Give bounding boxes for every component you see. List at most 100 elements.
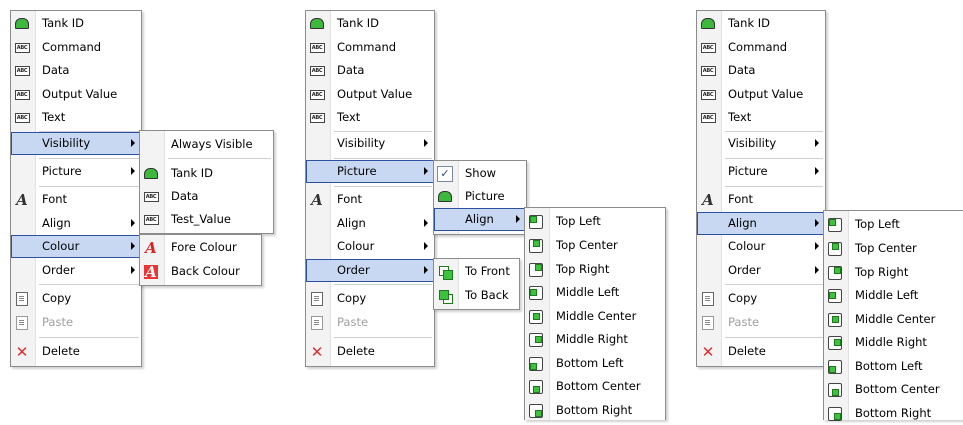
- menu-item-picture[interactable]: Picture: [306, 160, 434, 183]
- abc-icon: ABC: [699, 109, 717, 126]
- menu-item-tank-id[interactable]: Tank ID: [140, 162, 273, 185]
- menu-item-top-center[interactable]: Top Center: [824, 237, 963, 260]
- menu-item-top-right[interactable]: Top Right: [824, 261, 963, 284]
- menu-item-top-center[interactable]: Top Center: [525, 234, 665, 257]
- separator: [39, 186, 139, 187]
- font-icon: A: [702, 190, 714, 209]
- tank-icon: [699, 15, 717, 32]
- menu-item-back-colour[interactable]: A Back Colour: [140, 260, 261, 283]
- separator: [725, 158, 823, 159]
- menu-item-delete[interactable]: ✕ Delete: [306, 340, 434, 363]
- order-submenu: To Front To Back: [433, 258, 520, 310]
- menu-item-align[interactable]: Align: [11, 212, 141, 235]
- abc-icon: ABC: [308, 39, 326, 56]
- separator: [334, 158, 432, 159]
- menu-item-show[interactable]: ✓ Show: [434, 162, 526, 185]
- menu-item-copy[interactable]: Copy: [697, 287, 825, 310]
- menu-item-middle-right[interactable]: Middle Right: [824, 331, 963, 354]
- menu-item-delete[interactable]: ✕ Delete: [11, 340, 141, 363]
- menu-item-bottom-left[interactable]: Bottom Left: [525, 352, 665, 375]
- menu-item-data[interactable]: ABC Data: [306, 59, 434, 82]
- align-bottom-left-icon: [527, 355, 545, 372]
- tank-icon: [13, 15, 31, 32]
- menu-item-command[interactable]: ABC Command: [697, 36, 825, 59]
- menu-item-command[interactable]: ABC Command: [11, 36, 141, 59]
- align-bottom-right-icon: [527, 402, 545, 419]
- menu-item-align[interactable]: Align: [434, 208, 526, 231]
- menu-item-always-visible[interactable]: Always Visible: [140, 133, 273, 156]
- submenu-arrow-icon: [815, 266, 819, 274]
- menu-item-copy[interactable]: Copy: [11, 287, 141, 310]
- menu-item-order[interactable]: Order: [697, 259, 825, 282]
- menu-item-data[interactable]: ABC Data: [140, 185, 273, 208]
- align-middle-left-icon: [826, 287, 844, 304]
- align-top-left-icon: [527, 213, 545, 230]
- copy-icon: [699, 290, 717, 307]
- menu-item-bottom-right[interactable]: Bottom Right: [824, 402, 963, 425]
- align-submenu: Top Left Top Center Top Right Middle Lef…: [823, 210, 963, 421]
- menu-item-paste[interactable]: Paste: [306, 311, 434, 334]
- align-middle-left-icon: [527, 284, 545, 301]
- menu-item-copy[interactable]: Copy: [306, 287, 434, 310]
- menu-item-delete[interactable]: ✕ Delete: [697, 340, 825, 363]
- menu-item-bottom-left[interactable]: Bottom Left: [824, 355, 963, 378]
- menu-item-tank-id[interactable]: Tank ID: [11, 12, 141, 35]
- menu-item-align[interactable]: Align: [306, 212, 434, 235]
- menu-item-to-back[interactable]: To Back: [434, 284, 519, 307]
- menu-item-align[interactable]: Align: [697, 212, 825, 235]
- menu-item-middle-right[interactable]: Middle Right: [525, 328, 665, 351]
- menu-item-middle-left[interactable]: Middle Left: [525, 281, 665, 304]
- menu-item-to-front[interactable]: To Front: [434, 260, 519, 283]
- align-top-right-icon: [826, 264, 844, 281]
- menu-item-picture[interactable]: Picture: [697, 160, 825, 183]
- menu-item-visibility[interactable]: Visibility: [306, 132, 434, 155]
- visibility-submenu: Always Visible Tank ID ABC Data ABC Test_V…: [139, 130, 274, 234]
- menu-item-font[interactable]: A Font: [11, 188, 141, 211]
- menu-item-command[interactable]: ABC Command: [306, 36, 434, 59]
- menu-item-order[interactable]: Order: [11, 259, 141, 282]
- align-bottom-left-icon: [826, 358, 844, 375]
- menu-item-test-value[interactable]: ABC Test_Value: [140, 208, 273, 231]
- menu-item-picture[interactable]: Picture: [11, 160, 141, 183]
- menu-item-visibility[interactable]: Visibility: [697, 132, 825, 155]
- menu-item-font[interactable]: A Font: [697, 188, 825, 211]
- menu-item-data[interactable]: ABC Data: [11, 59, 141, 82]
- delete-icon: ✕: [310, 342, 324, 361]
- menu-item-top-left[interactable]: Top Left: [525, 210, 665, 233]
- menu-item-order[interactable]: Order: [306, 259, 434, 282]
- menu-item-visibility[interactable]: Visibility: [11, 132, 141, 155]
- menu-item-bottom-center[interactable]: Bottom Center: [525, 375, 665, 398]
- menu-item-top-left[interactable]: Top Left: [824, 213, 963, 236]
- menu-item-colour[interactable]: Colour: [697, 235, 825, 258]
- menu-item-text[interactable]: ABC Text: [11, 106, 141, 129]
- abc-icon: ABC: [13, 86, 31, 103]
- menu-item-fore-colour[interactable]: A Fore Colour: [140, 236, 261, 259]
- menu-item-paste[interactable]: Paste: [11, 311, 141, 334]
- menu-item-bottom-center[interactable]: Bottom Center: [824, 378, 963, 401]
- menu-item-colour[interactable]: Colour: [306, 235, 434, 258]
- abc-icon: ABC: [13, 62, 31, 79]
- menu-item-middle-center[interactable]: Middle Center: [525, 305, 665, 328]
- menu-item-text[interactable]: ABC Text: [697, 106, 825, 129]
- menu-item-output-value[interactable]: ABC Output Value: [11, 83, 141, 106]
- align-bottom-right-icon: [826, 405, 844, 422]
- menu-item-colour[interactable]: Colour: [11, 235, 141, 258]
- menu-item-picture[interactable]: Picture: [434, 185, 526, 208]
- menu-item-tank-id[interactable]: Tank ID: [697, 12, 825, 35]
- menu-item-middle-center[interactable]: Middle Center: [824, 308, 963, 331]
- menu-item-top-right[interactable]: Top Right: [525, 258, 665, 281]
- menu-item-tank-id[interactable]: Tank ID: [306, 12, 434, 35]
- menu-item-data[interactable]: ABC Data: [697, 59, 825, 82]
- align-bottom-center-icon: [826, 381, 844, 398]
- menu-item-middle-left[interactable]: Middle Left: [824, 284, 963, 307]
- menu-item-font[interactable]: A Font: [306, 188, 434, 211]
- menu-item-text[interactable]: ABC Text: [306, 106, 434, 129]
- abc-icon: ABC: [699, 39, 717, 56]
- menu-item-paste[interactable]: Paste: [697, 311, 825, 334]
- submenu-arrow-icon: [516, 215, 520, 223]
- submenu-arrow-icon: [424, 139, 428, 147]
- align-top-left-icon: [826, 216, 844, 233]
- menu-item-output-value[interactable]: ABC Output Value: [306, 83, 434, 106]
- align-middle-center-icon: [527, 308, 545, 325]
- menu-item-output-value[interactable]: ABC Output Value: [697, 83, 825, 106]
